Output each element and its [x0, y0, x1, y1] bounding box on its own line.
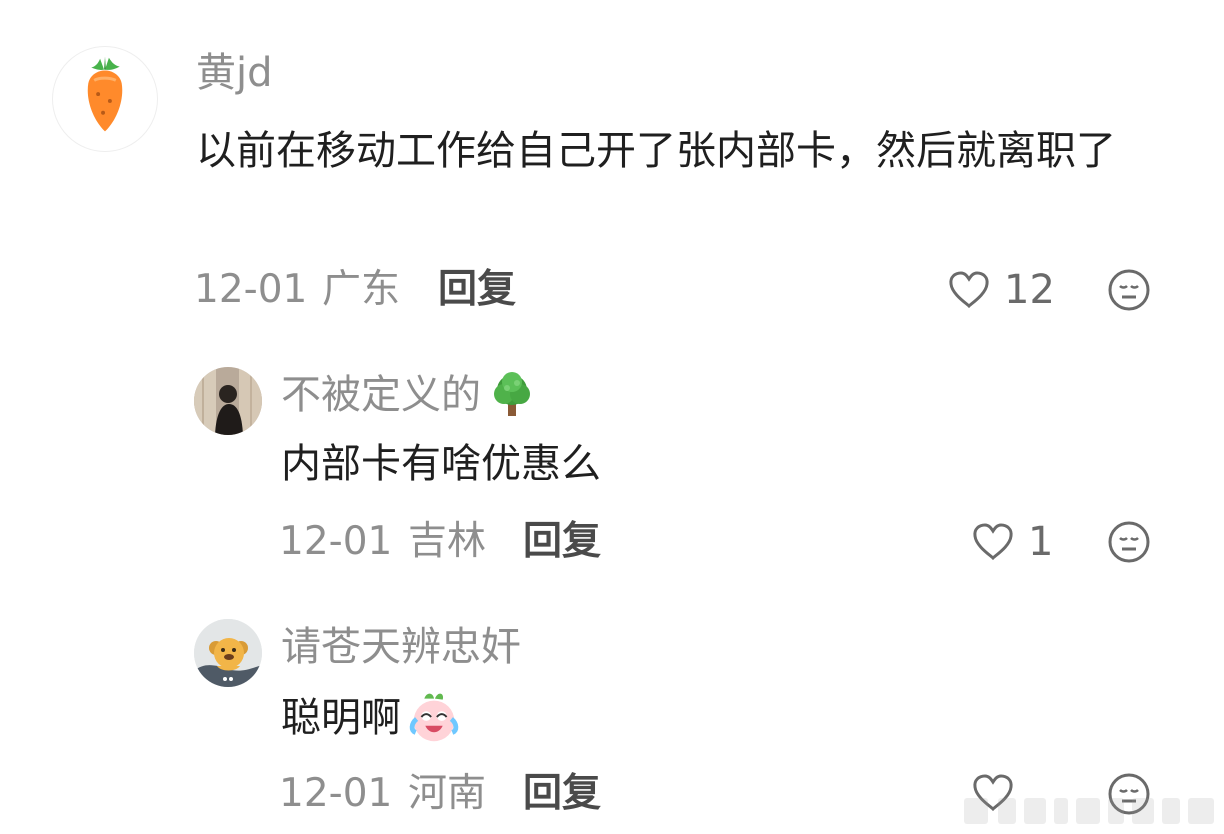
watermark-mark — [964, 798, 1214, 824]
comment-text-content: 聪明啊 — [281, 695, 401, 741]
like-count: 12 — [1004, 267, 1055, 313]
photo-avatar[interactable] — [194, 367, 262, 435]
reply-button[interactable]: 回复 — [523, 770, 601, 818]
comment-date: 12-01 — [279, 519, 393, 564]
comment-date: 12-01 — [279, 771, 393, 816]
like-button[interactable]: 1 — [970, 518, 1053, 566]
username-text: 不被定义的 — [281, 372, 481, 418]
dislike-face-icon[interactable] — [1107, 268, 1151, 312]
comment-date: 12-01 — [194, 267, 308, 312]
crying-laughing-sticker — [409, 693, 459, 742]
comment-text: 以前在移动工作给自己开了张内部卡，然后就离职了 — [196, 128, 1116, 174]
reply-button[interactable]: 回复 — [523, 518, 601, 566]
username[interactable]: 请苍天辨忠奸 — [281, 622, 521, 672]
heart-icon — [973, 523, 1013, 561]
reply-button[interactable]: 回复 — [438, 266, 516, 314]
like-button[interactable]: 12 — [946, 266, 1055, 314]
portrait-photo-icon — [194, 367, 262, 435]
like-count: 1 — [1028, 519, 1054, 565]
dislike-face-icon[interactable] — [1107, 520, 1151, 564]
carrot-avatar[interactable] — [52, 46, 158, 152]
carrot-icon — [87, 56, 123, 132]
dog-icon — [194, 619, 262, 687]
comment-text: 内部卡有啥优惠么 — [281, 441, 601, 487]
comment-location: 广东 — [322, 267, 401, 312]
username[interactable]: 不被定义的 — [281, 370, 537, 420]
comment-text: 聪明啊 — [281, 689, 1081, 747]
username[interactable]: 黄jd — [196, 48, 273, 98]
comment-location: 吉林 — [408, 519, 487, 564]
cartoon-dog-avatar[interactable] — [194, 619, 262, 687]
heart-icon — [949, 271, 989, 309]
tree-emoji — [494, 372, 530, 416]
comment-location: 河南 — [408, 771, 487, 816]
